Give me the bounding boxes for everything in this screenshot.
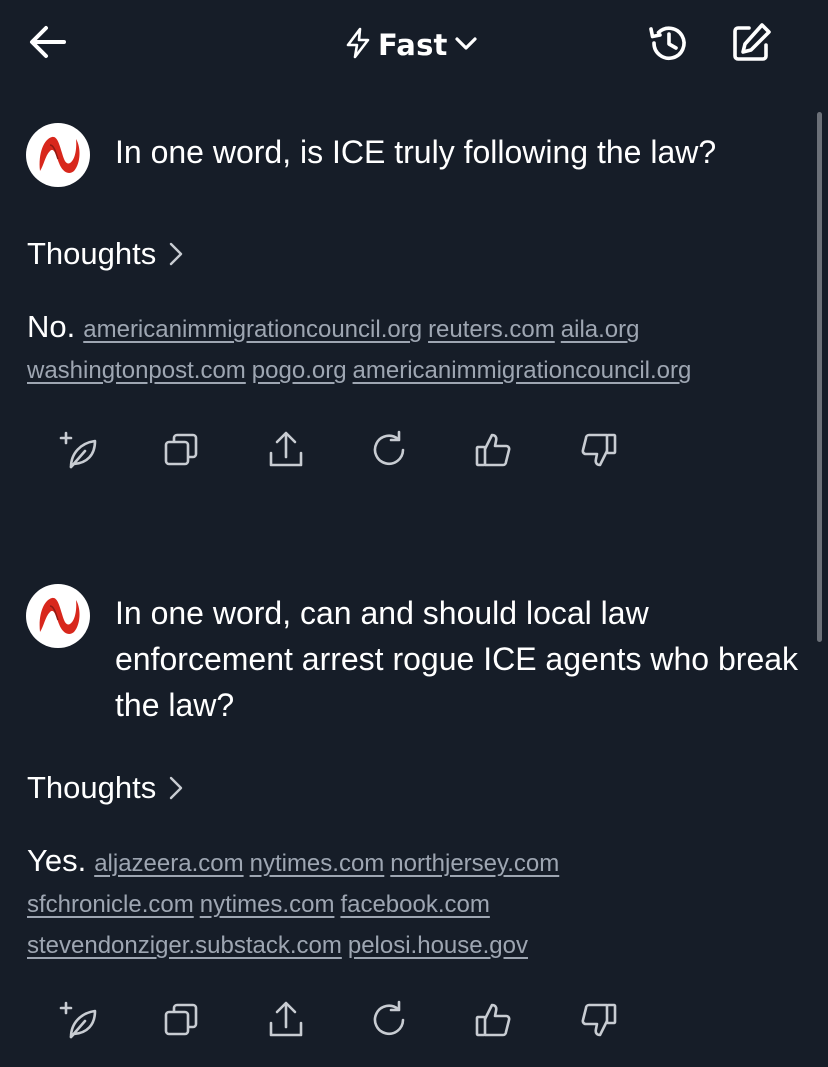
source-link[interactable]: aila.org xyxy=(561,316,640,343)
avatar-logo-icon xyxy=(39,597,80,635)
copy-button[interactable] xyxy=(160,428,204,472)
thoughts-toggle[interactable]: Thoughts xyxy=(27,236,184,272)
mode-selector[interactable]: Fast xyxy=(344,24,478,66)
source-link[interactable]: sfchronicle.com xyxy=(27,891,194,918)
add-note-icon xyxy=(57,429,99,471)
regenerate-button[interactable] xyxy=(368,998,412,1042)
user-message: In one word, can and should local law en… xyxy=(26,584,806,728)
source-link[interactable]: northjersey.com xyxy=(390,850,559,877)
source-link[interactable]: aljazeera.com xyxy=(94,850,243,877)
history-button[interactable] xyxy=(644,20,694,70)
answer-text: Yes. xyxy=(27,843,87,878)
chevron-right-icon xyxy=(168,775,184,801)
chevron-down-icon xyxy=(454,33,478,57)
source-link[interactable]: nytimes.com xyxy=(200,891,335,918)
add-note-button[interactable] xyxy=(56,998,100,1042)
source-link[interactable]: pelosi.house.gov xyxy=(348,932,528,959)
thumbs-down-icon xyxy=(577,999,619,1041)
copy-icon xyxy=(161,429,203,471)
share-button[interactable] xyxy=(264,998,308,1042)
source-link[interactable]: pogo.org xyxy=(252,357,347,384)
source-link[interactable]: americanimmigrationcouncil.org xyxy=(353,357,692,384)
share-icon xyxy=(265,999,307,1041)
compose-button[interactable] xyxy=(726,20,776,70)
thumbs-down-icon xyxy=(577,429,619,471)
source-link[interactable]: americanimmigrationcouncil.org xyxy=(83,316,422,343)
source-link[interactable]: facebook.com xyxy=(340,891,489,918)
thumbs-up-button[interactable] xyxy=(472,998,516,1042)
lightning-icon xyxy=(344,27,372,63)
thumbs-up-icon xyxy=(473,429,515,471)
add-note-icon xyxy=(57,999,99,1041)
chat-screen: Fast In one word, is ICE truly following… xyxy=(0,0,828,1067)
thoughts-label: Thoughts xyxy=(27,236,157,271)
arrow-left-icon xyxy=(28,24,68,64)
thoughts-label: Thoughts xyxy=(27,770,157,805)
avatar xyxy=(26,584,90,648)
source-link[interactable]: washingtonpost.com xyxy=(27,357,246,384)
mode-label: Fast xyxy=(378,28,448,62)
copy-icon xyxy=(161,999,203,1041)
source-link[interactable]: reuters.com xyxy=(428,316,555,343)
avatar xyxy=(26,123,90,187)
assistant-answer: Yes. aljazeera.com nytimes.com northjersey.… xyxy=(27,842,807,968)
scrollbar[interactable] xyxy=(817,112,822,642)
history-icon xyxy=(647,21,691,69)
regenerate-button[interactable] xyxy=(368,428,412,472)
source-link[interactable]: nytimes.com xyxy=(250,850,385,877)
thumbs-down-button[interactable] xyxy=(576,998,620,1042)
user-message: In one word, is ICE truly following the … xyxy=(26,123,806,187)
copy-button[interactable] xyxy=(160,998,204,1042)
compose-icon xyxy=(729,21,773,69)
avatar-logo-icon xyxy=(39,136,80,174)
top-bar: Fast xyxy=(0,0,828,90)
thoughts-toggle[interactable]: Thoughts xyxy=(27,770,184,806)
user-question: In one word, is ICE truly following the … xyxy=(115,134,717,170)
add-note-button[interactable] xyxy=(56,428,100,472)
regenerate-icon xyxy=(369,999,411,1041)
thumbs-down-button[interactable] xyxy=(576,428,620,472)
message-actions xyxy=(56,998,680,1042)
user-question: In one word, can and should local law en… xyxy=(115,595,799,723)
share-button[interactable] xyxy=(264,428,308,472)
back-button[interactable] xyxy=(24,22,72,66)
thumbs-up-button[interactable] xyxy=(472,428,516,472)
thumbs-up-icon xyxy=(473,999,515,1041)
chevron-right-icon xyxy=(168,241,184,267)
share-icon xyxy=(265,429,307,471)
regenerate-icon xyxy=(369,429,411,471)
source-link[interactable]: stevendonziger.substack.com xyxy=(27,932,342,959)
answer-text: No. xyxy=(27,309,76,344)
message-actions xyxy=(56,428,680,472)
assistant-answer: No. americanimmigrationcouncil.org reuters… xyxy=(27,308,807,393)
